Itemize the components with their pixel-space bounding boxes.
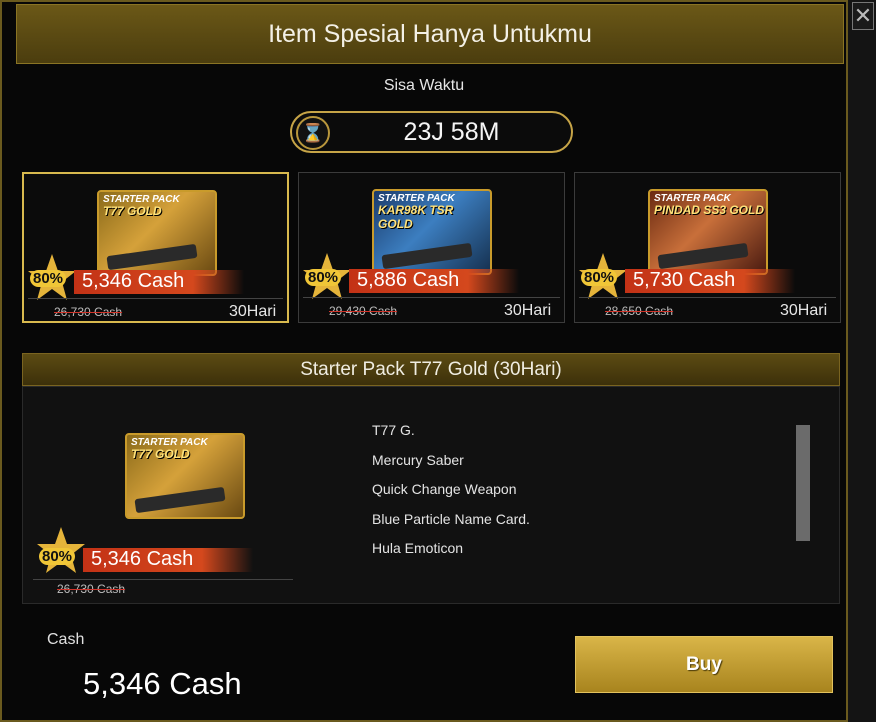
list-item: Mercury Saber [372, 451, 464, 468]
pack-name: PINDAD SS3 GOLD [654, 203, 765, 217]
dialog-titlebar: Item Spesial Hanya Untukmu [16, 4, 844, 64]
duration: 30Hari [229, 303, 277, 320]
pack-image: STARTER PACK PINDAD SS3 GOLD [648, 189, 768, 275]
old-price: 29,430 Cash [329, 304, 398, 318]
cash-label: Cash [47, 631, 85, 648]
offer-list: STARTER PACK T77 GOLD 80% 5,346 Cash 26,… [22, 172, 842, 324]
discount-badge: 80% [581, 269, 618, 286]
list-item: Quick Change Weapon [372, 481, 517, 497]
weapon-image [381, 242, 473, 270]
timer-value: 23J 58M [403, 118, 500, 146]
timer-label: Sisa Waktu [383, 77, 465, 94]
hourglass-icon: ⌛ [296, 116, 330, 150]
divider [303, 297, 560, 298]
detail-price: 5,346 Cash [91, 548, 194, 570]
discount-badge: 80% [39, 548, 76, 565]
timer-box: ⌛ 23J 58M [290, 111, 573, 153]
pack-name: T77 GOLD [103, 204, 162, 218]
duration: 30Hari [504, 302, 552, 319]
detail-pack-image: STARTER PACK T77 GOLD [125, 433, 245, 519]
offer-card-t77-gold[interactable]: STARTER PACK T77 GOLD 80% 5,346 Cash 26,… [22, 172, 289, 323]
cash-value: 5,346 Cash [83, 666, 242, 701]
old-price: 28,650 Cash [605, 304, 674, 318]
close-icon[interactable]: ✕ [852, 2, 874, 30]
offer-price: 5,346 Cash [82, 270, 185, 292]
offer-price: 5,886 Cash [357, 269, 460, 291]
detail-old-price: 26,730 Cash [57, 582, 126, 596]
weapon-image [106, 243, 198, 271]
discount-badge: 80% [30, 270, 67, 287]
offer-card-pindad-ss3-gold[interactable]: STARTER PACK PINDAD SS3 GOLD 80% 5,730 C… [574, 172, 841, 323]
list-item: Blue Particle Name Card. [372, 510, 530, 527]
pack-contents-list: T77 G. Mercury Saber Quick Change Weapon… [372, 422, 672, 570]
pack-image: STARTER PACK KAR98K TSR GOLD [372, 189, 492, 275]
weapon-image [657, 242, 749, 270]
pack-name: T77 GOLD [131, 447, 190, 461]
scrollbar[interactable] [796, 425, 810, 541]
offer-card-kar98k-tsr-gold[interactable]: STARTER PACK KAR98K TSR GOLD 80% 5,886 C… [298, 172, 565, 323]
offer-price: 5,730 Cash [633, 269, 736, 291]
divider [28, 298, 283, 299]
list-item: T77 G. [372, 422, 415, 438]
pack-name: KAR98K TSR GOLD [378, 203, 454, 231]
list-item: Hula Emoticon [372, 540, 464, 556]
pack-image: STARTER PACK T77 GOLD [97, 190, 217, 276]
weapon-image [134, 486, 226, 514]
divider [33, 579, 293, 580]
discount-badge: 80% [305, 269, 342, 286]
divider [579, 297, 836, 298]
duration: 30Hari [780, 302, 828, 319]
dialog-title: Item Spesial Hanya Untukmu [268, 19, 592, 48]
old-price: 26,730 Cash [54, 305, 123, 319]
buy-button[interactable]: Buy [575, 636, 833, 693]
detail-title: Starter Pack T77 Gold (30Hari) [22, 353, 840, 386]
